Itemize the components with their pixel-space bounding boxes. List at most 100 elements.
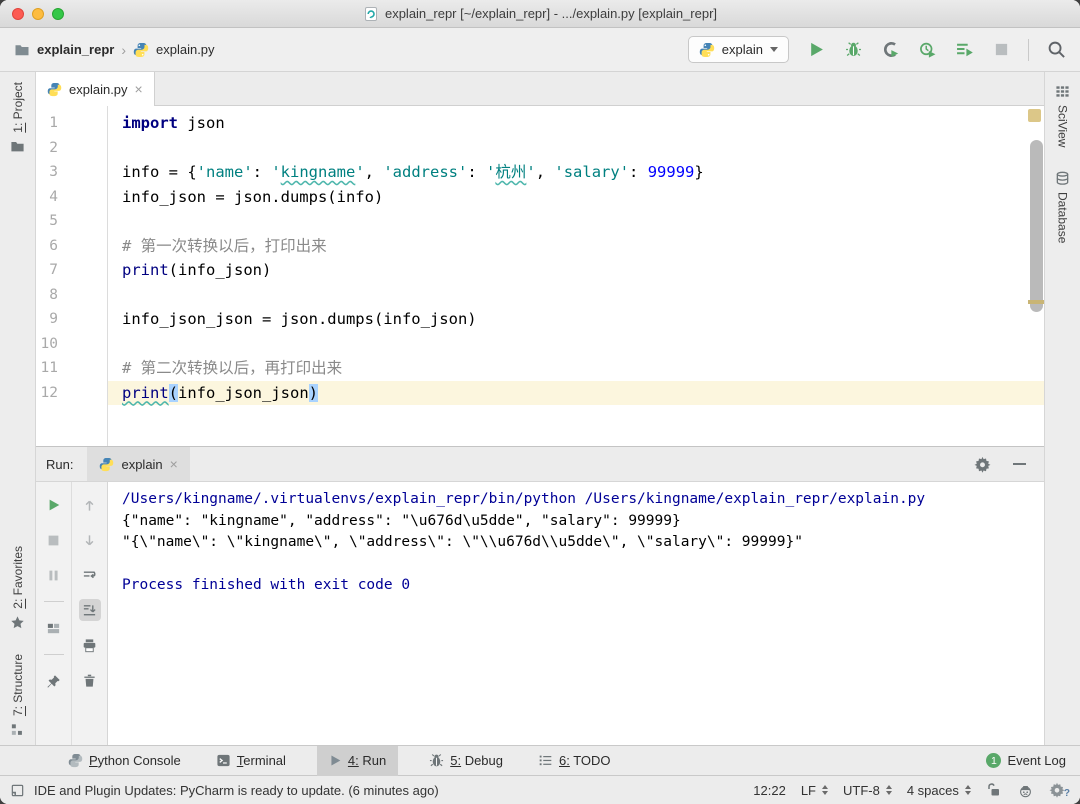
run-configuration-selector[interactable]: explain bbox=[688, 36, 789, 63]
window-title: explain_repr [~/explain_repr] - .../expl… bbox=[385, 6, 717, 21]
print-icon[interactable] bbox=[79, 634, 101, 656]
line-number-gutter[interactable]: 7 bbox=[36, 258, 107, 283]
database-icon bbox=[1055, 171, 1070, 186]
status-message[interactable]: IDE and Plugin Updates: PyCharm is ready… bbox=[34, 783, 439, 798]
hector-inspector-icon[interactable] bbox=[1017, 782, 1034, 799]
editor-scrollbar bbox=[1028, 106, 1044, 446]
tab-todo[interactable]: 6: TODO bbox=[534, 746, 615, 776]
code-line[interactable]: 10 bbox=[36, 332, 1044, 357]
terminal-icon bbox=[216, 753, 231, 768]
folder-icon bbox=[14, 42, 30, 58]
sidebar-item-favorites[interactable]: 2: Favorites bbox=[10, 546, 25, 630]
code-editor[interactable]: 1import json23info = {'name': 'kingname'… bbox=[36, 106, 1044, 446]
run-with-list-button[interactable] bbox=[954, 40, 974, 60]
code-line[interactable]: 8 bbox=[36, 283, 1044, 308]
breadcrumb: explain_repr › explain.py bbox=[14, 42, 215, 58]
toolwindow-toggle-icon[interactable] bbox=[10, 783, 25, 798]
breadcrumb-file[interactable]: explain.py bbox=[156, 42, 215, 57]
sidebar-item-structure[interactable]: 7: Structure bbox=[10, 654, 25, 737]
pin-icon[interactable] bbox=[43, 670, 65, 692]
tab-debug[interactable]: 5: Debug bbox=[425, 746, 507, 776]
run-console-output[interactable]: /Users/kingname/.virtualenvs/explain_rep… bbox=[108, 482, 1044, 745]
tab-python-console[interactable]: Python Console bbox=[64, 746, 185, 776]
warning-stripe-mark[interactable] bbox=[1028, 300, 1044, 304]
run-tab-explain[interactable]: explain × bbox=[87, 447, 189, 481]
debug-button[interactable] bbox=[843, 40, 863, 60]
stop-button[interactable] bbox=[43, 529, 65, 551]
right-toolwindow-bar: SciView Database bbox=[1044, 72, 1080, 745]
tab-run[interactable]: 4: Run bbox=[317, 746, 398, 776]
python-icon bbox=[699, 42, 715, 58]
clock: 12:22 bbox=[753, 783, 786, 798]
scrollbar-thumb[interactable] bbox=[1030, 140, 1043, 312]
code-line[interactable]: 2 bbox=[36, 136, 1044, 161]
line-number-gutter[interactable]: 8 bbox=[36, 283, 107, 308]
console-line: /Users/kingname/.virtualenvs/explain_rep… bbox=[122, 489, 1044, 511]
python-icon bbox=[68, 753, 83, 768]
code-line[interactable]: 7print(info_json) bbox=[36, 258, 1044, 283]
breadcrumb-project[interactable]: explain_repr bbox=[37, 42, 114, 57]
update-gear-icon[interactable]: ? bbox=[1049, 782, 1070, 799]
code-line[interactable]: 9info_json_json = json.dumps(info_json) bbox=[36, 307, 1044, 332]
status-bar: IDE and Plugin Updates: PyCharm is ready… bbox=[0, 775, 1080, 804]
structure-icon bbox=[10, 722, 25, 737]
run-button[interactable] bbox=[806, 40, 826, 60]
code-line[interactable]: 12print(info_json_json) bbox=[36, 381, 1044, 406]
line-number-gutter[interactable]: 12 bbox=[36, 381, 107, 406]
line-number-gutter[interactable]: 3 bbox=[36, 160, 107, 185]
line-number-gutter[interactable]: 2 bbox=[36, 136, 107, 161]
code-line[interactable]: 1import json bbox=[36, 111, 1044, 136]
toolbar-divider bbox=[44, 654, 64, 655]
search-icon[interactable] bbox=[1046, 40, 1066, 60]
code-line[interactable]: 5 bbox=[36, 209, 1044, 234]
chevron-down-icon bbox=[770, 47, 778, 52]
code-line[interactable]: 4info_json = json.dumps(info) bbox=[36, 185, 1044, 210]
line-ending-selector[interactable]: LF bbox=[801, 783, 828, 798]
toolbar-divider bbox=[1028, 39, 1029, 61]
lock-icon[interactable] bbox=[986, 782, 1002, 798]
restore-layout-button[interactable] bbox=[43, 617, 65, 639]
pause-button[interactable] bbox=[43, 564, 65, 586]
run-play-icon bbox=[329, 754, 342, 767]
profile-button[interactable] bbox=[917, 40, 937, 60]
clear-trash-icon[interactable] bbox=[79, 669, 101, 691]
soft-wrap-icon[interactable] bbox=[79, 564, 101, 586]
line-number-gutter[interactable]: 6 bbox=[36, 234, 107, 259]
tab-terminal[interactable]: Terminal bbox=[212, 746, 290, 776]
scroll-to-end-icon[interactable] bbox=[79, 599, 101, 621]
code-line[interactable]: 3info = {'name': 'kingname', 'address': … bbox=[36, 160, 1044, 185]
indent-selector[interactable]: 4 spaces bbox=[907, 783, 971, 798]
close-button[interactable] bbox=[12, 8, 24, 20]
run-panel-title: Run: bbox=[46, 457, 73, 472]
code-line[interactable]: 11# 第二次转换以后，再打印出来 bbox=[36, 356, 1044, 381]
line-number-gutter[interactable]: 9 bbox=[36, 307, 107, 332]
event-log-button[interactable]: 1 Event Log bbox=[986, 753, 1066, 768]
zoom-button[interactable] bbox=[52, 8, 64, 20]
line-number-gutter[interactable]: 11 bbox=[36, 356, 107, 381]
inspection-status-icon[interactable] bbox=[1028, 109, 1041, 122]
code-line[interactable]: 6# 第一次转换以后，打印出来 bbox=[36, 234, 1044, 259]
minimize-button[interactable] bbox=[32, 8, 44, 20]
stop-button[interactable] bbox=[991, 40, 1011, 60]
run-panel-header: Run: explain × bbox=[36, 446, 1044, 482]
minimize-panel-icon[interactable] bbox=[1013, 463, 1026, 465]
sidebar-item-database[interactable]: Database bbox=[1055, 171, 1070, 243]
up-arrow-icon[interactable] bbox=[79, 494, 101, 516]
line-number-gutter[interactable]: 4 bbox=[36, 185, 107, 210]
sidebar-item-sciview[interactable]: SciView bbox=[1055, 84, 1070, 147]
line-number-gutter[interactable]: 10 bbox=[36, 332, 107, 357]
rerun-button[interactable] bbox=[43, 494, 65, 516]
run-with-coverage-button[interactable] bbox=[880, 40, 900, 60]
close-icon[interactable]: × bbox=[135, 82, 143, 96]
line-number-gutter[interactable]: 5 bbox=[36, 209, 107, 234]
down-arrow-icon[interactable] bbox=[79, 529, 101, 551]
editor-tab-bar: explain.py × bbox=[36, 72, 1044, 106]
line-number-gutter[interactable]: 1 bbox=[36, 111, 107, 136]
gear-icon[interactable] bbox=[974, 456, 991, 473]
editor-tab-explain-py[interactable]: explain.py × bbox=[36, 72, 155, 106]
console-line: {"name": "kingname", "address": "\u676d\… bbox=[122, 511, 1044, 533]
sidebar-item-project[interactable]: 1: Project bbox=[10, 82, 25, 154]
left-toolwindow-bar: 1: Project 2: Favorites 7: Structure bbox=[0, 72, 36, 745]
close-icon[interactable]: × bbox=[170, 457, 178, 471]
encoding-selector[interactable]: UTF-8 bbox=[843, 783, 892, 798]
